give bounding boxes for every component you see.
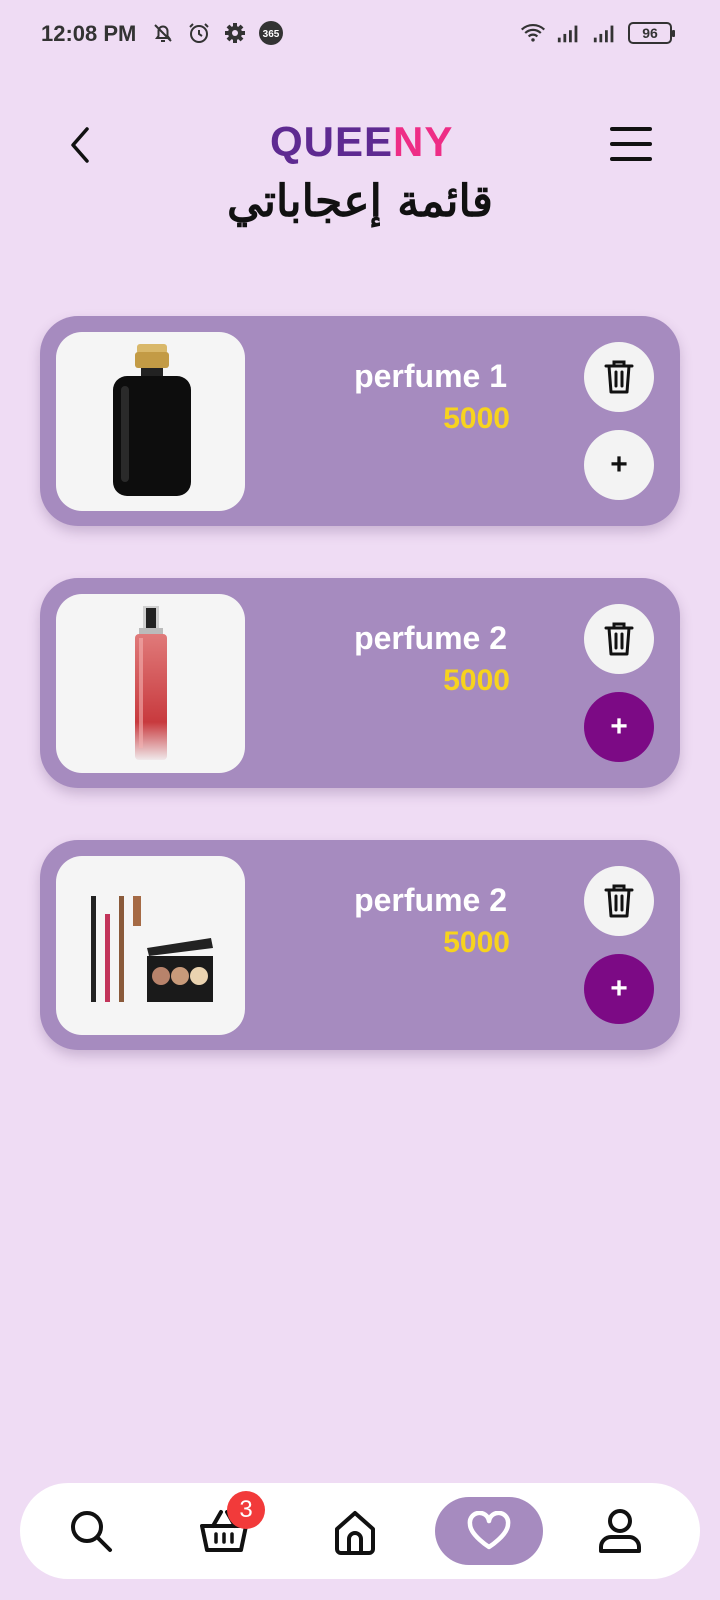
add-to-cart-button[interactable]: + [584, 692, 654, 762]
makeup-palette-icon [90, 895, 213, 1002]
product-image [56, 594, 245, 773]
product-price: 5000 [443, 664, 510, 697]
battery-indicator: 96 [628, 22, 675, 44]
bottom-navigation: 3 [20, 1483, 700, 1579]
hamburger-icon-line [610, 127, 652, 131]
add-to-cart-button[interactable]: + [584, 954, 654, 1024]
product-image [56, 332, 245, 511]
wishlist-item[interactable]: perfume 1 5000 + [40, 316, 680, 526]
app-365-label: 365 [263, 29, 280, 40]
hamburger-icon-line [610, 142, 652, 146]
red-perfume-spray-icon [134, 605, 167, 760]
home-icon [335, 1511, 375, 1555]
add-to-cart-button[interactable]: + [584, 430, 654, 500]
back-button[interactable] [60, 120, 100, 170]
page-title: قائمة إعجاباتي [227, 176, 493, 227]
product-name: perfume 2 [354, 882, 507, 918]
alarm-icon [186, 20, 212, 46]
delete-button[interactable] [584, 604, 654, 674]
status-right-icons: 96 [520, 20, 675, 46]
nav-cart[interactable]: 3 [189, 1491, 265, 1565]
chevron-left-icon [71, 127, 89, 163]
product-name: perfume 2 [354, 620, 507, 656]
product-name: perfume 1 [354, 358, 507, 394]
plus-icon: + [610, 710, 628, 743]
delete-button[interactable] [584, 866, 654, 936]
status-bar: 12:08 PM 365 96 [0, 0, 720, 70]
delete-button[interactable] [584, 342, 654, 412]
hamburger-icon-line [610, 157, 652, 161]
signal-icon [556, 20, 582, 46]
nav-search[interactable] [56, 1497, 126, 1565]
logo-part-1: QUEE [270, 118, 394, 165]
plus-icon: + [610, 448, 628, 481]
trash-icon [604, 360, 634, 394]
trash-icon [604, 622, 634, 656]
wifi-icon [520, 20, 546, 46]
product-image [56, 856, 245, 1035]
search-icon [71, 1511, 112, 1552]
nav-home[interactable] [320, 1497, 390, 1565]
app-365-icon: 365 [258, 20, 284, 46]
status-time: 12:08 PM [41, 21, 137, 46]
wishlist-item[interactable]: perfume 2 5000 + [40, 578, 680, 788]
black-perfume-bottle-icon [112, 343, 191, 496]
nav-profile[interactable] [585, 1497, 655, 1565]
cart-count-badge: 3 [227, 1491, 265, 1529]
status-left-icons: 365 [150, 20, 284, 46]
user-icon [599, 1509, 641, 1553]
nav-wishlist[interactable] [435, 1497, 543, 1565]
signal-icon [592, 20, 618, 46]
wishlist-item[interactable]: perfume 2 5000 + [40, 840, 680, 1050]
logo-part-2: NY [393, 118, 454, 165]
product-price: 5000 [443, 926, 510, 959]
mute-bell-icon [150, 20, 176, 46]
heart-icon [467, 1511, 511, 1550]
trash-icon [604, 884, 634, 918]
app-logo: QUEENY [270, 118, 454, 166]
product-price: 5000 [443, 402, 510, 435]
plus-icon: + [610, 972, 628, 1005]
gear-icon [222, 20, 248, 46]
menu-button[interactable] [610, 124, 652, 164]
